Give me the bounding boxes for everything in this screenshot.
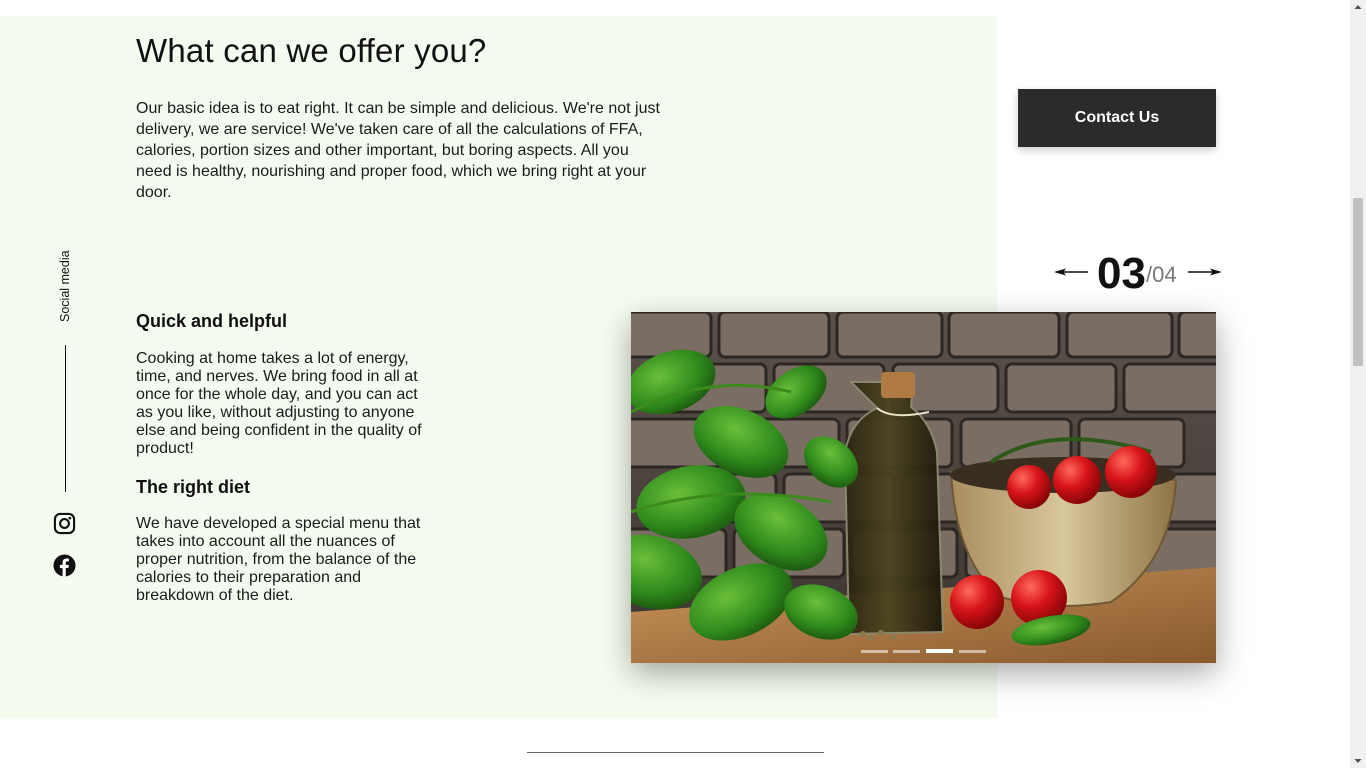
- scroll-down-icon[interactable]: [1350, 754, 1366, 768]
- feature-title-quick: Quick and helpful: [136, 311, 288, 331]
- facebook-icon[interactable]: [53, 554, 76, 577]
- section-title: What can we offer you?: [136, 32, 487, 69]
- slide-dot-4[interactable]: [959, 650, 986, 653]
- food-photo: [631, 312, 1216, 663]
- slide-current-number: 03: [1097, 249, 1146, 298]
- feature-text-quick: Cooking at home takes a lot of energy, t…: [136, 350, 422, 457]
- feature-title-diet: The right diet: [136, 477, 250, 497]
- instagram-icon[interactable]: [53, 512, 76, 535]
- slider-pagination: [861, 649, 991, 654]
- food-image-slider[interactable]: [631, 312, 1216, 663]
- social-media-label: Social media: [58, 250, 72, 322]
- social-divider: [65, 345, 66, 492]
- slide-dot-2[interactable]: [893, 650, 920, 653]
- slide-total-number: /04: [1146, 262, 1177, 287]
- slide-dot-3[interactable]: [926, 649, 953, 653]
- page-scrollbar[interactable]: [1350, 0, 1366, 768]
- arrow-right-icon[interactable]: [1188, 266, 1222, 278]
- section-intro: Our basic idea is to eat right. It can b…: [136, 100, 660, 201]
- scrollbar-thumb[interactable]: [1353, 198, 1363, 366]
- scroll-up-icon[interactable]: [1350, 0, 1366, 14]
- section-divider: [527, 752, 824, 753]
- contact-us-button[interactable]: Contact Us: [1018, 89, 1216, 147]
- feature-text-diet: We have developed a special menu that ta…: [136, 515, 421, 604]
- arrow-left-icon[interactable]: [1054, 266, 1088, 278]
- slide-counter: 03 /04: [1054, 248, 1224, 298]
- slide-dot-1[interactable]: [861, 650, 888, 653]
